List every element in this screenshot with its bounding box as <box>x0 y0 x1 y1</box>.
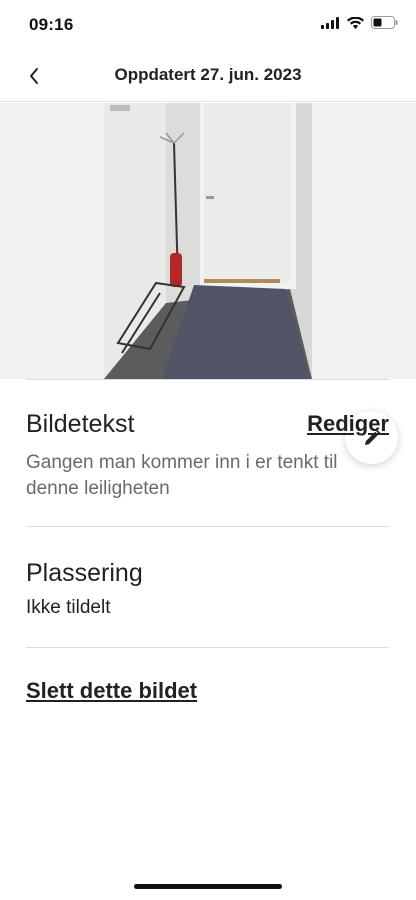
battery-icon <box>371 16 398 29</box>
delete-photo-link[interactable]: Slett dette bildet <box>26 678 197 704</box>
caption-heading: Bildetekst <box>26 410 135 438</box>
home-indicator <box>134 884 282 889</box>
hallway-photo[interactable] <box>104 103 312 379</box>
caption-text: Gangen man kommer inn i er tenkt til den… <box>26 452 338 499</box>
location-heading: Plassering <box>26 559 143 587</box>
divider <box>26 647 389 648</box>
status-icons <box>321 16 398 29</box>
page-title: Oppdatert 27. jun. 2023 <box>114 65 302 84</box>
photo-area <box>0 103 416 464</box>
status-bar: 09:16 <box>0 0 416 50</box>
status-time: 09:16 <box>29 15 74 34</box>
signal-icon <box>321 16 339 29</box>
hallway-illustration <box>104 103 312 379</box>
nav-bar: Oppdatert 27. jun. 2023 <box>0 50 416 102</box>
divider <box>26 526 389 527</box>
divider <box>26 379 389 380</box>
wifi-icon <box>347 16 364 29</box>
edit-caption-link[interactable]: Rediger <box>307 411 389 437</box>
location-value: Ikke tildelt <box>26 597 111 618</box>
